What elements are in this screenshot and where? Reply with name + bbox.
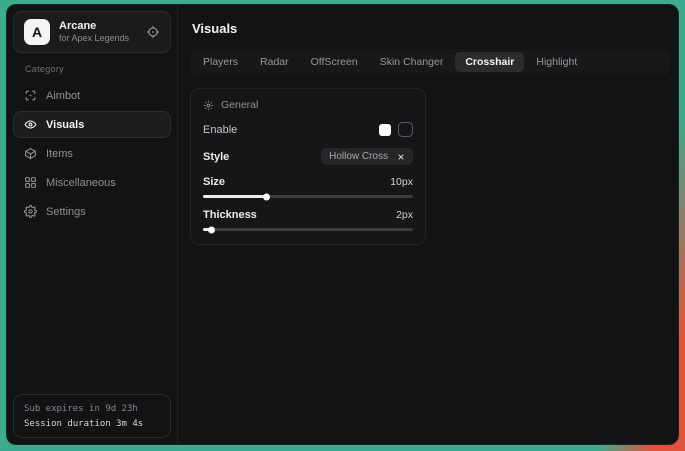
tab-players[interactable]: Players [193,52,248,72]
tab-crosshair[interactable]: Crosshair [455,52,524,72]
app-header-card: A Arcane for Apex Legends [13,11,171,53]
style-label: Style [203,151,229,163]
panel-title: General [221,99,258,111]
gear-icon [24,205,37,218]
panel-header: General [203,99,413,111]
sidebar-item-label: Items [46,148,73,160]
close-icon[interactable] [397,153,405,161]
category-label: Category [25,64,173,74]
general-panel: General Enable Style Hollow Cross [190,88,426,245]
sidebar-item-label: Settings [46,206,86,218]
enable-color-swatch[interactable] [379,124,391,136]
tab-bar: Players Radar OffScreen Skin Changer Cro… [190,49,670,75]
thickness-row: Thickness 2px [203,209,413,221]
page-title: Visuals [192,21,670,36]
app-logo: A [24,19,50,45]
tab-skin-changer[interactable]: Skin Changer [370,52,454,72]
sidebar: A Arcane for Apex Legends Category [7,5,178,444]
size-label: Size [203,176,225,188]
eye-icon [24,118,37,131]
enable-row: Enable [203,122,413,137]
thickness-label: Thickness [203,209,257,221]
size-value: 10px [390,176,413,188]
sidebar-item-visuals[interactable]: Visuals [13,111,171,138]
aim-scan-icon [24,89,37,102]
app-meta: Arcane for Apex Legends [59,20,129,45]
app-name: Arcane [59,20,129,34]
subscription-info-card: Sub expires in 9d 23h Session duration 3… [13,394,171,438]
sidebar-item-miscellaneous[interactable]: Miscellaneous [13,169,171,196]
thickness-slider-thumb[interactable] [208,226,215,233]
sidebar-item-label: Miscellaneous [46,177,116,189]
enable-controls [379,122,413,137]
style-dropdown[interactable]: Hollow Cross [321,148,413,165]
style-value: Hollow Cross [329,151,388,162]
sidebar-item-settings[interactable]: Settings [13,198,171,225]
enable-label: Enable [203,124,237,136]
sidebar-item-items[interactable]: Items [13,140,171,167]
app-window: A Arcane for Apex Legends Category [6,4,679,445]
tab-offscreen[interactable]: OffScreen [301,52,368,72]
scope-target-icon[interactable] [146,25,160,39]
thickness-slider[interactable] [203,228,413,231]
thickness-slider-fill [203,228,211,231]
sidebar-nav: Aimbot Visuals Items [11,82,173,225]
size-slider[interactable] [203,195,413,198]
main-content: Visuals Players Radar OffScreen Skin Cha… [178,5,678,444]
session-duration-text: Session duration 3m 4s [24,417,160,431]
app-subtitle: for Apex Legends [59,33,129,44]
enable-checkbox[interactable] [398,122,413,137]
gear-icon [203,100,214,111]
grid-icon [24,176,37,189]
style-row: Style Hollow Cross [203,148,413,165]
size-slider-fill [203,195,266,198]
tab-highlight[interactable]: Highlight [526,52,587,72]
sidebar-item-label: Aimbot [46,90,80,102]
sidebar-item-label: Visuals [46,119,84,131]
thickness-value: 2px [396,209,413,221]
size-slider-thumb[interactable] [263,193,270,200]
box-icon [24,147,37,160]
sub-expires-text: Sub expires in 9d 23h [24,402,160,416]
tab-radar[interactable]: Radar [250,52,299,72]
size-row: Size 10px [203,176,413,188]
sidebar-item-aimbot[interactable]: Aimbot [13,82,171,109]
